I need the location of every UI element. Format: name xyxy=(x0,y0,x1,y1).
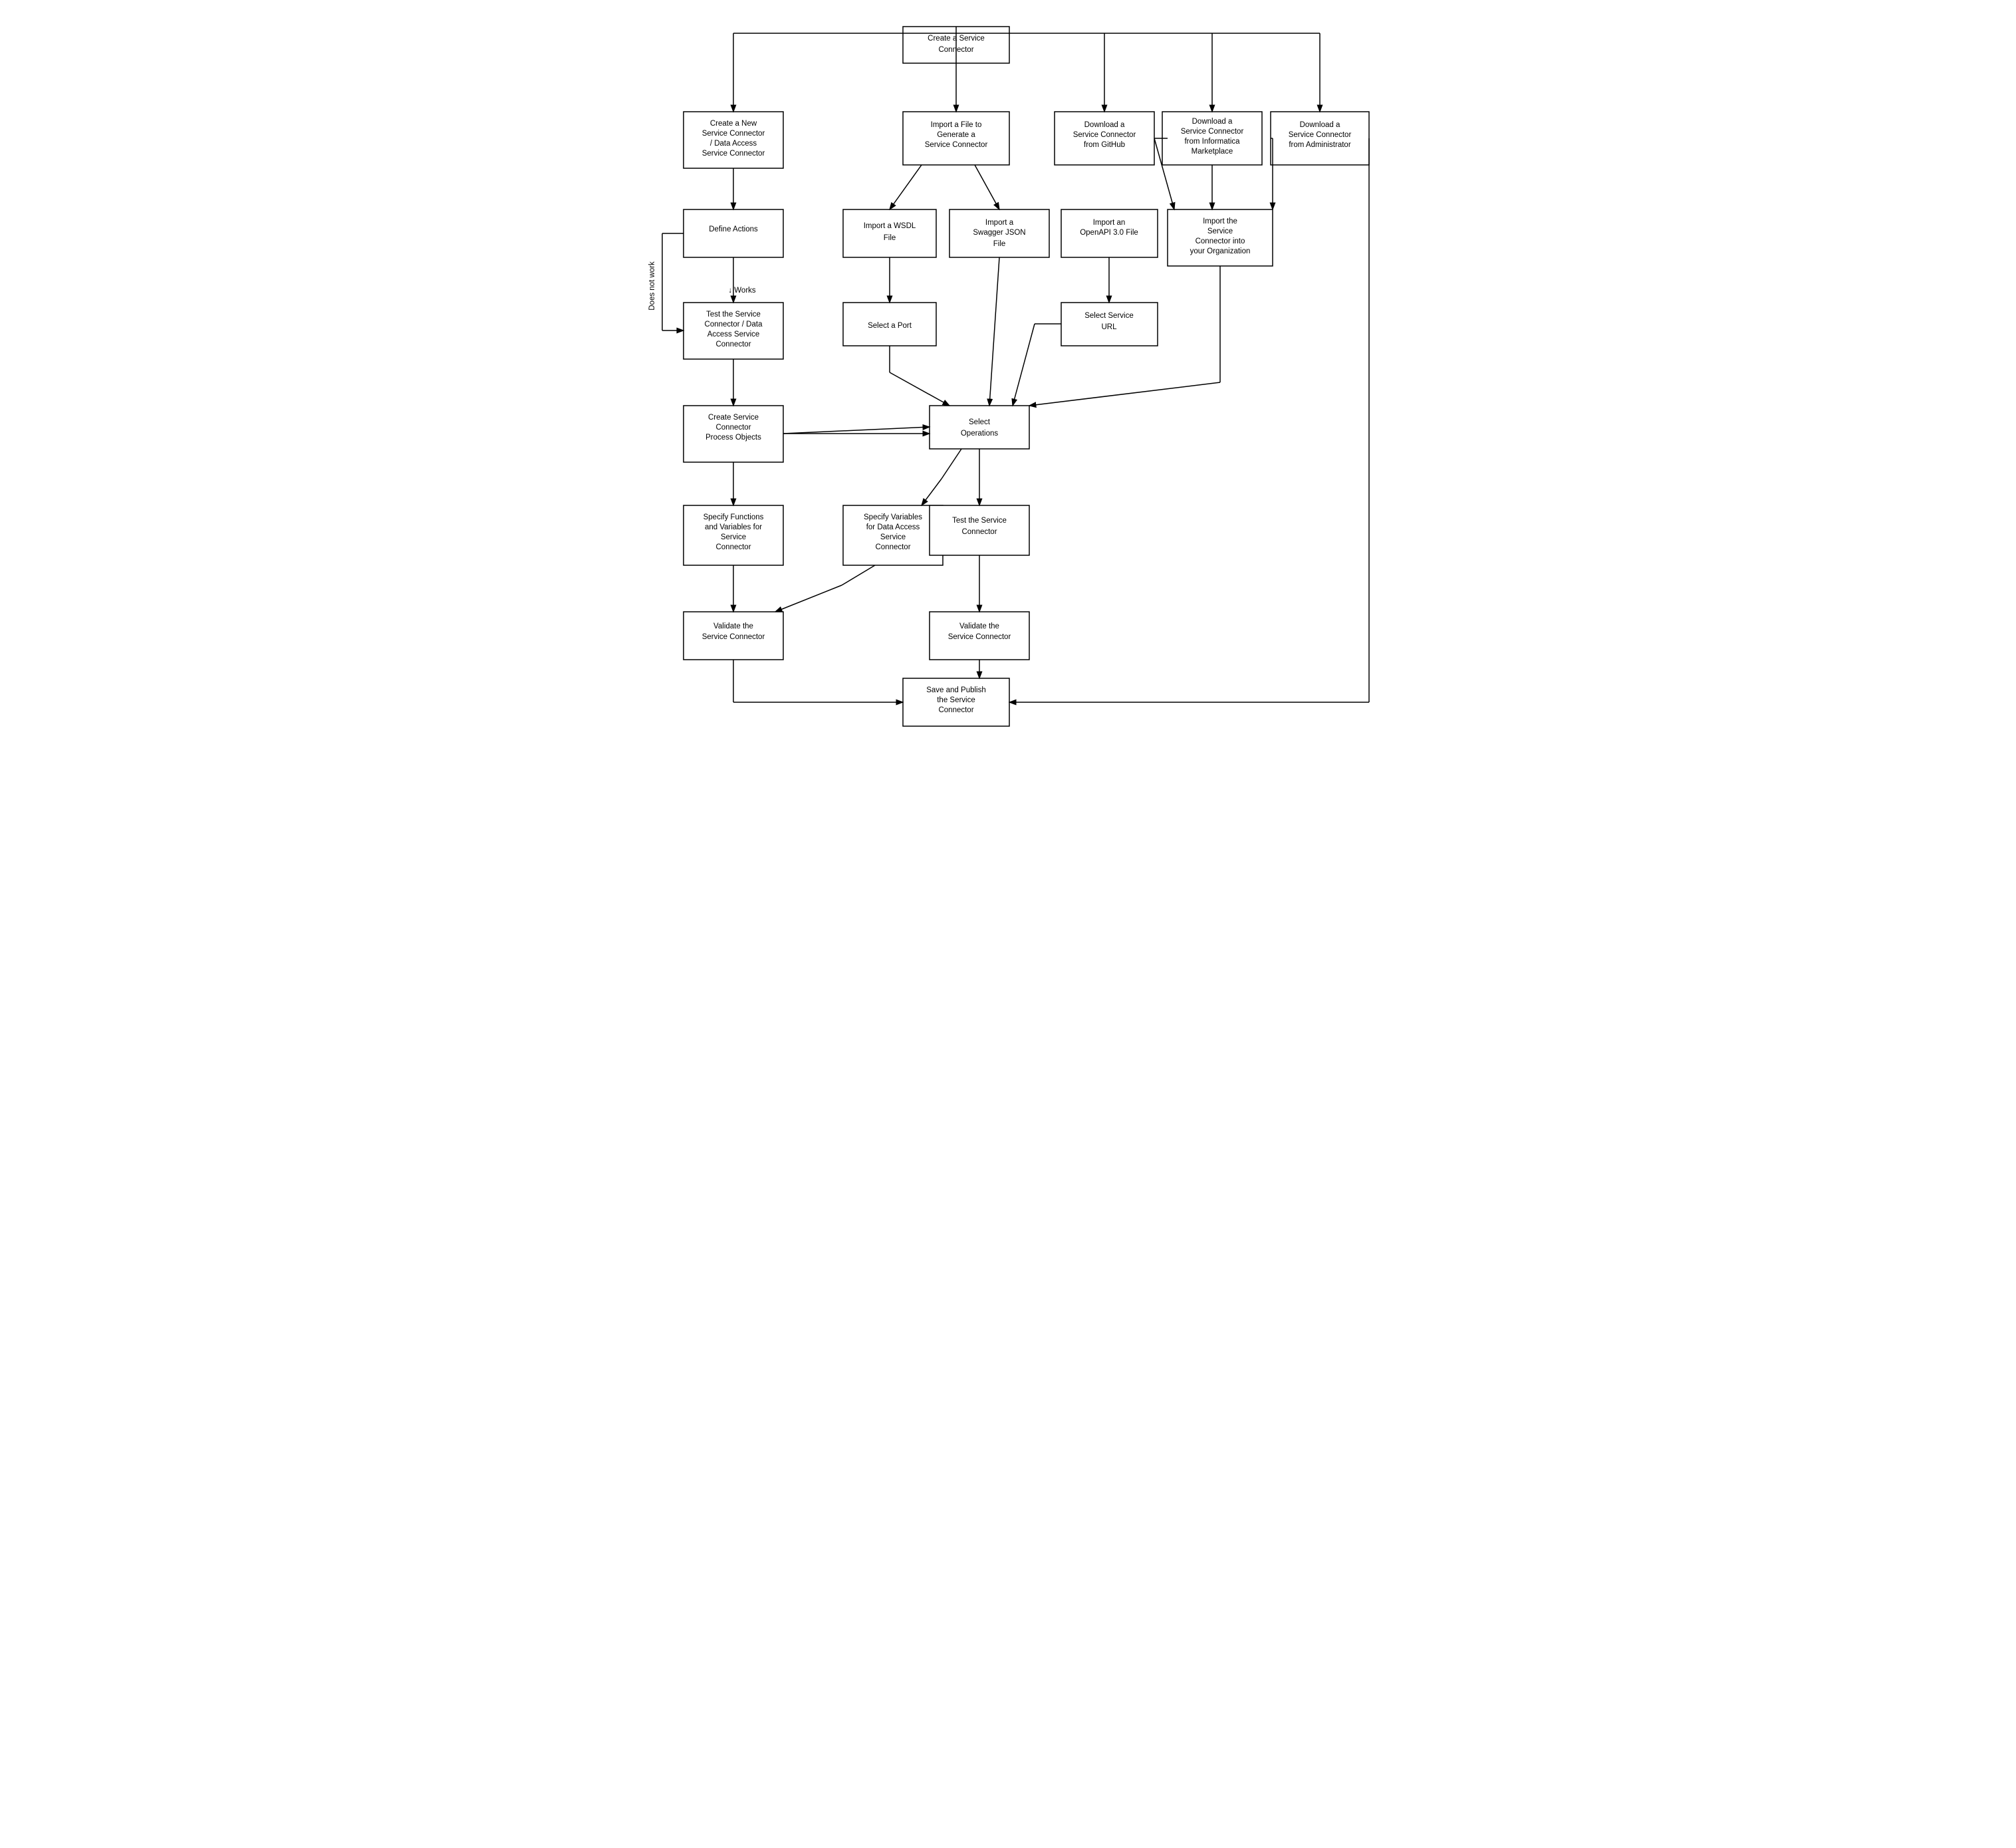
svg-text:Import a WSDL: Import a WSDL xyxy=(864,222,916,230)
svg-text:Service Connector: Service Connector xyxy=(702,633,765,641)
svg-text:Connector: Connector xyxy=(938,706,973,714)
box-select-operations xyxy=(930,406,1029,449)
svg-text:/ Data Access: / Data Access xyxy=(710,140,757,148)
svg-text:Connector: Connector xyxy=(875,543,910,551)
svg-text:Import a: Import a xyxy=(985,219,1014,227)
svg-text:Service: Service xyxy=(880,533,906,541)
svg-text:Create a New: Create a New xyxy=(710,120,757,128)
svg-text:Service Connector: Service Connector xyxy=(948,633,1011,641)
svg-text:from Administrator: from Administrator xyxy=(1289,141,1350,149)
svg-text:Specify Functions: Specify Functions xyxy=(703,513,764,521)
svg-text:Download a: Download a xyxy=(1084,121,1125,129)
svg-text:Service: Service xyxy=(1207,227,1233,235)
svg-text:Connector into: Connector into xyxy=(1196,237,1245,245)
svg-text:Save and Publish: Save and Publish xyxy=(926,686,986,694)
svg-text:Connector: Connector xyxy=(961,528,997,536)
svg-text:Select Service: Select Service xyxy=(1084,312,1134,320)
svg-text:Import the: Import the xyxy=(1203,217,1237,225)
svg-text:Create Service: Create Service xyxy=(708,414,759,422)
svg-text:Service Connector: Service Connector xyxy=(1289,131,1352,139)
box-import-wsdl xyxy=(843,209,936,257)
svg-text:Test the Service: Test the Service xyxy=(706,311,761,319)
label-does-not-work: Does not work xyxy=(648,261,656,311)
svg-text:Validate the: Validate the xyxy=(959,622,999,630)
svg-text:File: File xyxy=(884,234,896,242)
svg-text:Connector / Data: Connector / Data xyxy=(705,321,763,329)
svg-text:the Service: the Service xyxy=(937,696,975,704)
svg-text:Select: Select xyxy=(969,418,991,426)
svg-text:Connector: Connector xyxy=(715,543,751,551)
svg-text:Import an: Import an xyxy=(1093,219,1126,227)
svg-text:from Informatica: from Informatica xyxy=(1184,138,1240,146)
svg-text:Service Connector: Service Connector xyxy=(1181,128,1244,136)
svg-text:Test the Service: Test the Service xyxy=(952,517,1007,525)
svg-text:for Data Access: for Data Access xyxy=(866,523,920,531)
svg-text:and Variables for: and Variables for xyxy=(705,523,762,531)
svg-text:Import a File to: Import a File to xyxy=(931,121,982,129)
svg-text:Define Actions: Define Actions xyxy=(709,225,758,233)
svg-text:your Organization: your Organization xyxy=(1190,247,1251,255)
svg-text:Service Connector: Service Connector xyxy=(702,150,765,158)
svg-text:Swagger JSON: Swagger JSON xyxy=(973,229,1025,237)
svg-text:OpenAPI 3.0 File: OpenAPI 3.0 File xyxy=(1080,229,1138,237)
svg-text:Access Service: Access Service xyxy=(707,330,760,338)
svg-text:Download a: Download a xyxy=(1300,121,1340,129)
svg-text:Specify Variables: Specify Variables xyxy=(864,513,922,521)
svg-text:Operations: Operations xyxy=(961,430,999,438)
svg-text:Process Objects: Process Objects xyxy=(705,434,761,442)
svg-text:Validate the: Validate the xyxy=(713,622,753,630)
svg-text:Service Connector: Service Connector xyxy=(702,130,765,138)
svg-text:Service: Service xyxy=(721,533,746,541)
svg-text:Select a Port: Select a Port xyxy=(868,322,912,330)
svg-text:File: File xyxy=(993,240,1006,248)
svg-text:Service Connector: Service Connector xyxy=(925,141,988,149)
svg-text:Connector: Connector xyxy=(715,424,751,432)
svg-text:Marketplace: Marketplace xyxy=(1192,148,1233,156)
svg-text:from GitHub: from GitHub xyxy=(1084,141,1125,149)
svg-text:URL: URL xyxy=(1101,323,1117,331)
svg-text:Generate a: Generate a xyxy=(937,131,975,139)
svg-text:Connector: Connector xyxy=(715,340,751,348)
svg-text:Download a: Download a xyxy=(1192,118,1233,126)
label-works: ↓ Works xyxy=(728,287,756,295)
svg-text:Service Connector: Service Connector xyxy=(1073,131,1136,139)
